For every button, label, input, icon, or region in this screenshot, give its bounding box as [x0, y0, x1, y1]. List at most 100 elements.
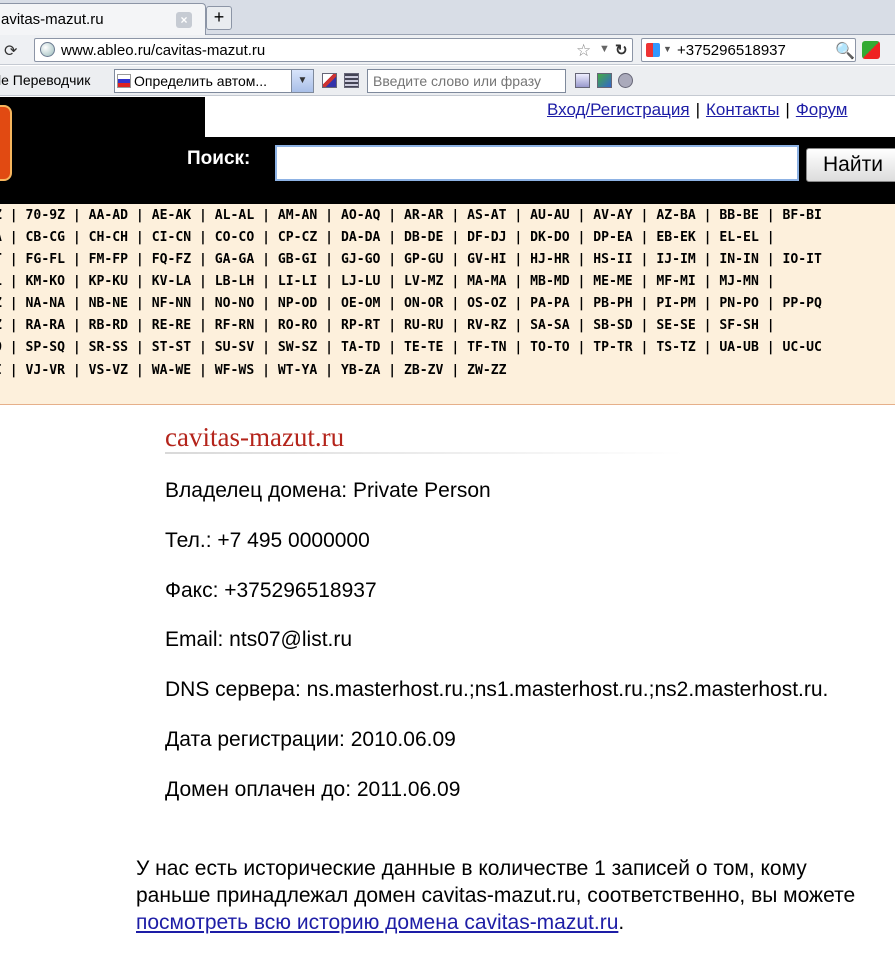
index-range-link[interactable]: LJ-LU: [341, 274, 380, 289]
index-range-link[interactable]: KM-KO: [26, 274, 65, 289]
close-tab-icon[interactable]: ×: [176, 12, 192, 28]
index-range-link[interactable]: CB-CG: [26, 230, 65, 245]
login-register-link[interactable]: Вход/Регистрация: [547, 100, 690, 119]
site-identity-icon[interactable]: [40, 42, 55, 57]
bookmark-star-icon[interactable]: ☆: [576, 41, 591, 61]
index-range-link[interactable]: BF-BI: [782, 208, 821, 223]
index-range-link[interactable]: AO-AQ: [341, 208, 380, 223]
address-bar[interactable]: www.ableo.ru/cavitas-mazut.ru ☆ ▼ ↻: [34, 38, 633, 62]
index-range-link[interactable]: WF-WS: [215, 363, 254, 378]
dictionary-input[interactable]: [367, 69, 566, 93]
index-range-link[interactable]: OS-OZ: [467, 296, 506, 311]
translate-page-icon[interactable]: [322, 73, 337, 88]
index-range-link[interactable]: IJ-IM: [656, 252, 695, 267]
index-range-link[interactable]: GA-GA: [215, 252, 254, 267]
index-range-link[interactable]: IO-IT: [782, 252, 821, 267]
browser-search-input[interactable]: +375296518937: [677, 42, 786, 59]
index-range-link[interactable]: NO-NO: [215, 296, 254, 311]
index-range-link[interactable]: RO-RO: [278, 318, 317, 333]
browser-search-box[interactable]: ▼ +375296518937 🔍: [641, 38, 856, 62]
index-range-link[interactable]: SU-SV: [215, 340, 254, 355]
index-range-link[interactable]: PB-PH: [593, 296, 632, 311]
index-range-link[interactable]: ON-OR: [404, 296, 443, 311]
index-range-link[interactable]: SB-SD: [593, 318, 632, 333]
url-text[interactable]: www.ableo.ru/cavitas-mazut.ru: [61, 42, 265, 59]
index-range-link[interactable]: AZ-BA: [656, 208, 695, 223]
index-range-link[interactable]: ST-ST: [152, 340, 191, 355]
index-range-link[interactable]: AA-AD: [89, 208, 128, 223]
index-range-link[interactable]: GV-HI: [467, 252, 506, 267]
index-range-link[interactable]: IN-IN: [719, 252, 758, 267]
index-range-link[interactable]: AE-AK: [152, 208, 191, 223]
index-range-link[interactable]: 70-9Z: [26, 208, 65, 223]
browser-tab[interactable]: avitas-mazut.ru ×: [0, 3, 206, 35]
index-range-link[interactable]: CO-CO: [215, 230, 254, 245]
index-range-link[interactable]: PP-PQ: [782, 296, 821, 311]
domain-history-link[interactable]: посмотреть всю историю домена cavitas-ma…: [136, 911, 618, 934]
site-logo[interactable]: [0, 105, 12, 181]
translate-language-select[interactable]: Определить автом... ▼: [114, 69, 314, 93]
index-range-link[interactable]: GJ-GO: [341, 252, 380, 267]
index-range-link[interactable]: AV-AY: [593, 208, 632, 223]
index-range-link[interactable]: GB-GI: [278, 252, 317, 267]
index-range-link[interactable]: LB-LH: [215, 274, 254, 289]
index-range-link[interactable]: NA-NA: [26, 296, 65, 311]
index-range-link[interactable]: NF-NN: [152, 296, 191, 311]
index-range-link[interactable]: EL-EL: [719, 230, 758, 245]
index-range-link[interactable]: MA-MA: [467, 274, 506, 289]
index-range-link[interactable]: WA-WE: [152, 363, 191, 378]
new-tab-button[interactable]: +: [206, 6, 232, 30]
index-range-link[interactable]: DP-EA: [593, 230, 632, 245]
index-range-link[interactable]: DK-DO: [530, 230, 569, 245]
index-range-link[interactable]: GP-GU: [404, 252, 443, 267]
index-range-link[interactable]: ME-ME: [593, 274, 632, 289]
index-range-link[interactable]: MF-MI: [656, 274, 695, 289]
index-range-link[interactable]: PI-PM: [656, 296, 695, 311]
index-range-link[interactable]: LI-LI: [278, 274, 317, 289]
index-range-link[interactable]: CH-CH: [89, 230, 128, 245]
search-icon[interactable]: 🔍: [835, 41, 855, 61]
index-range-link[interactable]: RF-RN: [215, 318, 254, 333]
index-range-link[interactable]: NB-NE: [89, 296, 128, 311]
index-range-link[interactable]: TS-TZ: [656, 340, 695, 355]
search-engine-icon[interactable]: [646, 43, 660, 57]
addon-icon[interactable]: [862, 41, 880, 59]
index-range-link[interactable]: RP-RT: [341, 318, 380, 333]
index-range-link[interactable]: SW-SZ: [278, 340, 317, 355]
forum-link[interactable]: Форум: [796, 100, 848, 119]
translator-label[interactable]: le Переводчик: [0, 72, 90, 88]
index-range-link[interactable]: LV-MZ: [404, 274, 443, 289]
index-range-link[interactable]: AU-AU: [530, 208, 569, 223]
index-range-link[interactable]: SA-SA: [530, 318, 569, 333]
index-range-link[interactable]: YB-ZA: [341, 363, 380, 378]
index-range-link[interactable]: VJ-VR: [26, 363, 65, 378]
index-range-link[interactable]: RB-RD: [89, 318, 128, 333]
contacts-link[interactable]: Контакты: [706, 100, 779, 119]
index-range-link[interactable]: EB-EK: [656, 230, 695, 245]
index-range-link[interactable]: KP-KU: [89, 274, 128, 289]
index-range-link[interactable]: OE-OM: [341, 296, 380, 311]
reload-icon[interactable]: ⟳: [4, 41, 17, 61]
search-input[interactable]: [275, 145, 799, 181]
index-range-link[interactable]: RA-RA: [26, 318, 65, 333]
index-range-link[interactable]: ZB-ZV: [404, 363, 443, 378]
index-range-link[interactable]: TE-TE: [404, 340, 443, 355]
index-range-link[interactable]: VS-VZ: [89, 363, 128, 378]
index-range-link[interactable]: AR-AR: [404, 208, 443, 223]
index-range-link[interactable]: DF-DJ: [467, 230, 506, 245]
index-range-link[interactable]: TP-TR: [593, 340, 632, 355]
index-range-link[interactable]: DB-DE: [404, 230, 443, 245]
index-range-link[interactable]: TO-TO: [530, 340, 569, 355]
search-engine-dropdown-icon[interactable]: ▼: [663, 44, 672, 54]
search-button[interactable]: Найти: [806, 148, 895, 182]
settings-icon[interactable]: [618, 73, 633, 88]
url-history-dropdown-icon[interactable]: ▼: [599, 43, 610, 55]
index-range-link[interactable]: RV-RZ: [467, 318, 506, 333]
index-range-link[interactable]: UC-UC: [782, 340, 821, 355]
index-range-link[interactable]: MB-MD: [530, 274, 569, 289]
index-range-link[interactable]: DA-DA: [341, 230, 380, 245]
index-range-link[interactable]: HJ-HR: [530, 252, 569, 267]
index-range-link[interactable]: AS-AT: [467, 208, 506, 223]
index-range-link[interactable]: CP-CZ: [278, 230, 317, 245]
index-range-link[interactable]: KV-LA: [152, 274, 191, 289]
